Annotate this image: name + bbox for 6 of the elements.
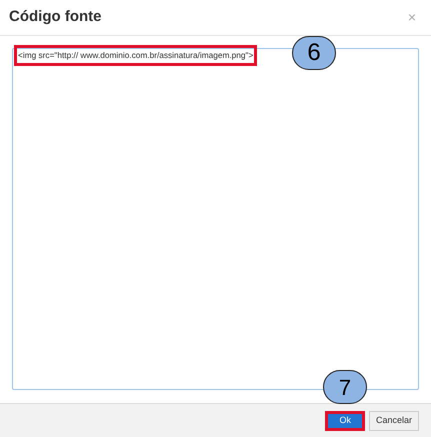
callout-number: 6 bbox=[292, 36, 336, 70]
dialog-title: Código fonte bbox=[9, 7, 102, 28]
ok-button[interactable]: Ok bbox=[325, 410, 365, 430]
code-text: <img src="http:// www.dominio.com.br/assinatura/imagem.png"> bbox=[14, 45, 258, 66]
cancel-button[interactable]: Cancelar bbox=[368, 410, 419, 430]
callout-number: 7 bbox=[323, 370, 367, 404]
